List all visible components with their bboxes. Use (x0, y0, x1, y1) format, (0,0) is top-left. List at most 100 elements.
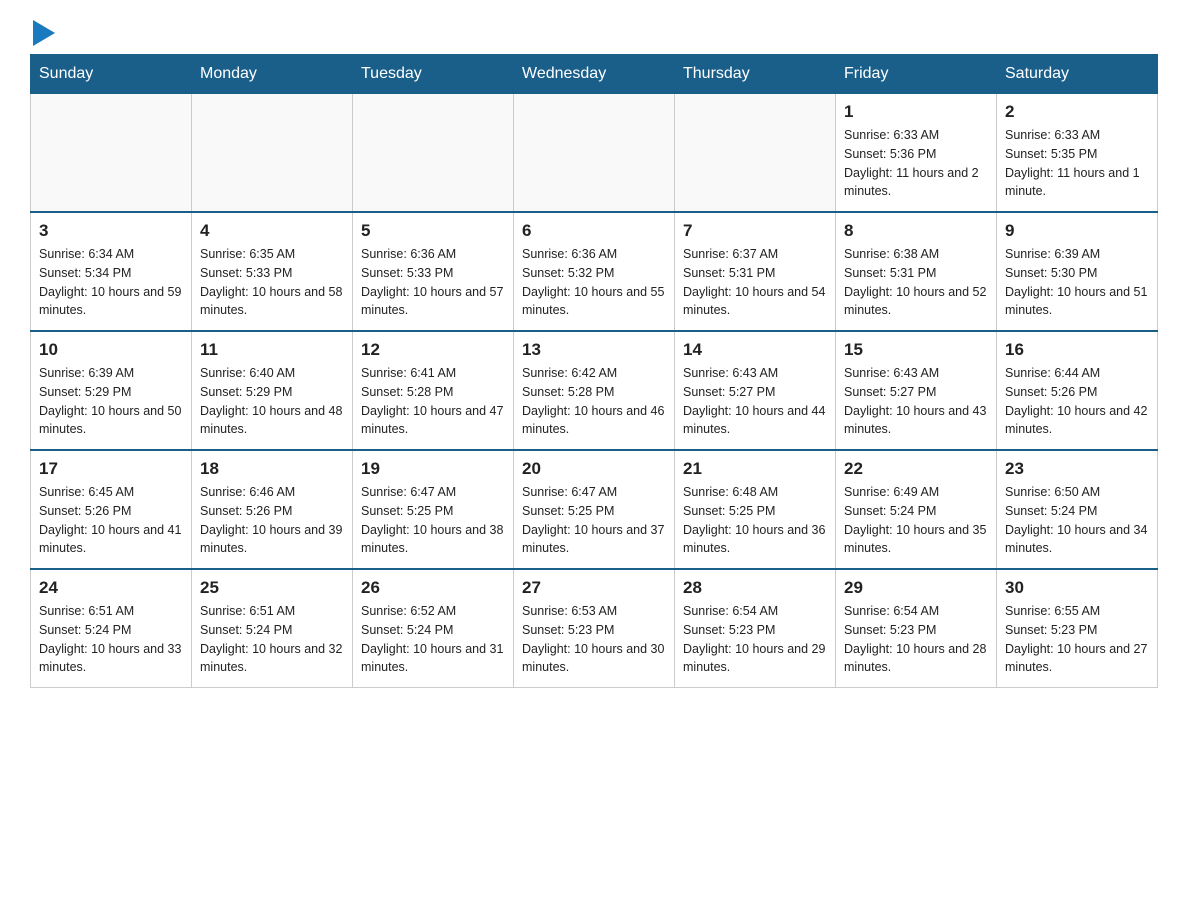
calendar-cell: 20 Sunrise: 6:47 AMSunset: 5:25 PMDayligh… (514, 450, 675, 569)
sun-info: Sunrise: 6:43 AMSunset: 5:27 PMDaylight:… (683, 364, 827, 439)
calendar-cell: 22 Sunrise: 6:49 AMSunset: 5:24 PMDayligh… (836, 450, 997, 569)
calendar-cell: 24Sunrise: 6:51 AMSunset: 5:24 PMDayligh… (31, 569, 192, 688)
day-number: 2 (1005, 102, 1149, 122)
day-number: 14 (683, 340, 827, 360)
day-number: 5 (361, 221, 505, 241)
sun-info: Sunrise: 6:47 AMSunset: 5:25 PMDaylight:… (361, 483, 505, 558)
header-wednesday: Wednesday (514, 55, 675, 94)
calendar-cell: 26 Sunrise: 6:52 AMSunset: 5:24 PMDayligh… (353, 569, 514, 688)
calendar-cell (31, 94, 192, 213)
sun-info: Sunrise: 6:33 AMSunset: 5:35 PMDaylight:… (1005, 126, 1149, 201)
calendar-cell: 6 Sunrise: 6:36 AMSunset: 5:32 PMDaylight… (514, 212, 675, 331)
calendar-cell: 27 Sunrise: 6:53 AMSunset: 5:23 PMDayligh… (514, 569, 675, 688)
day-number: 29 (844, 578, 988, 598)
calendar-cell: 29 Sunrise: 6:54 AMSunset: 5:23 PMDayligh… (836, 569, 997, 688)
sun-info: Sunrise: 6:53 AMSunset: 5:23 PMDaylight:… (522, 602, 666, 677)
sun-info: Sunrise: 6:36 AMSunset: 5:33 PMDaylight:… (361, 245, 505, 320)
header-monday: Monday (192, 55, 353, 94)
calendar-cell: 16 Sunrise: 6:44 AMSunset: 5:26 PMDayligh… (997, 331, 1158, 450)
day-number: 3 (39, 221, 183, 241)
calendar-cell: 21Sunrise: 6:48 AMSunset: 5:25 PMDayligh… (675, 450, 836, 569)
calendar-cell (353, 94, 514, 213)
day-number: 11 (200, 340, 344, 360)
sun-info: Sunrise: 6:42 AMSunset: 5:28 PMDaylight:… (522, 364, 666, 439)
sun-info: Sunrise: 6:37 AMSunset: 5:31 PMDaylight:… (683, 245, 827, 320)
sun-info: Sunrise: 6:34 AMSunset: 5:34 PMDaylight:… (39, 245, 183, 320)
calendar-cell: 2 Sunrise: 6:33 AMSunset: 5:35 PMDaylight… (997, 94, 1158, 213)
day-number: 8 (844, 221, 988, 241)
day-number: 23 (1005, 459, 1149, 479)
day-number: 26 (361, 578, 505, 598)
page-header (30, 20, 1158, 44)
day-number: 19 (361, 459, 505, 479)
sun-info: Sunrise: 6:44 AMSunset: 5:26 PMDaylight:… (1005, 364, 1149, 439)
day-number: 12 (361, 340, 505, 360)
calendar-cell (514, 94, 675, 213)
day-number: 17 (39, 459, 183, 479)
calendar-cell: 28 Sunrise: 6:54 AMSunset: 5:23 PMDayligh… (675, 569, 836, 688)
day-number: 10 (39, 340, 183, 360)
sun-info: Sunrise: 6:45 AMSunset: 5:26 PMDaylight:… (39, 483, 183, 558)
sun-info: Sunrise: 6:54 AMSunset: 5:23 PMDaylight:… (844, 602, 988, 677)
day-number: 1 (844, 102, 988, 122)
day-number: 25 (200, 578, 344, 598)
sun-info: Sunrise: 6:43 AMSunset: 5:27 PMDaylight:… (844, 364, 988, 439)
sun-info: Sunrise: 6:46 AMSunset: 5:26 PMDaylight:… (200, 483, 344, 558)
calendar-week-row: 1 Sunrise: 6:33 AMSunset: 5:36 PMDaylight… (31, 94, 1158, 213)
calendar-header-row: SundayMondayTuesdayWednesdayThursdayFrid… (31, 55, 1158, 94)
day-number: 16 (1005, 340, 1149, 360)
sun-info: Sunrise: 6:51 AMSunset: 5:24 PMDaylight:… (39, 602, 183, 677)
sun-info: Sunrise: 6:54 AMSunset: 5:23 PMDaylight:… (683, 602, 827, 677)
sun-info: Sunrise: 6:51 AMSunset: 5:24 PMDaylight:… (200, 602, 344, 677)
header-friday: Friday (836, 55, 997, 94)
day-number: 30 (1005, 578, 1149, 598)
day-number: 6 (522, 221, 666, 241)
calendar-cell: 4 Sunrise: 6:35 AMSunset: 5:33 PMDaylight… (192, 212, 353, 331)
logo (30, 20, 55, 44)
calendar-table: SundayMondayTuesdayWednesdayThursdayFrid… (30, 54, 1158, 688)
calendar-cell: 14 Sunrise: 6:43 AMSunset: 5:27 PMDayligh… (675, 331, 836, 450)
day-number: 7 (683, 221, 827, 241)
calendar-week-row: 24Sunrise: 6:51 AMSunset: 5:24 PMDayligh… (31, 569, 1158, 688)
sun-info: Sunrise: 6:47 AMSunset: 5:25 PMDaylight:… (522, 483, 666, 558)
header-saturday: Saturday (997, 55, 1158, 94)
day-number: 15 (844, 340, 988, 360)
calendar-cell (192, 94, 353, 213)
sun-info: Sunrise: 6:35 AMSunset: 5:33 PMDaylight:… (200, 245, 344, 320)
calendar-cell: 30Sunrise: 6:55 AMSunset: 5:23 PMDayligh… (997, 569, 1158, 688)
calendar-cell: 3 Sunrise: 6:34 AMSunset: 5:34 PMDaylight… (31, 212, 192, 331)
calendar-cell (675, 94, 836, 213)
day-number: 18 (200, 459, 344, 479)
calendar-cell: 15 Sunrise: 6:43 AMSunset: 5:27 PMDayligh… (836, 331, 997, 450)
day-number: 21 (683, 459, 827, 479)
sun-info: Sunrise: 6:38 AMSunset: 5:31 PMDaylight:… (844, 245, 988, 320)
header-sunday: Sunday (31, 55, 192, 94)
calendar-cell: 5 Sunrise: 6:36 AMSunset: 5:33 PMDaylight… (353, 212, 514, 331)
calendar-cell: 1 Sunrise: 6:33 AMSunset: 5:36 PMDaylight… (836, 94, 997, 213)
calendar-week-row: 10 Sunrise: 6:39 AMSunset: 5:29 PMDayligh… (31, 331, 1158, 450)
day-number: 27 (522, 578, 666, 598)
sun-info: Sunrise: 6:50 AMSunset: 5:24 PMDaylight:… (1005, 483, 1149, 558)
calendar-cell: 13 Sunrise: 6:42 AMSunset: 5:28 PMDayligh… (514, 331, 675, 450)
sun-info: Sunrise: 6:33 AMSunset: 5:36 PMDaylight:… (844, 126, 988, 201)
sun-info: Sunrise: 6:41 AMSunset: 5:28 PMDaylight:… (361, 364, 505, 439)
calendar-cell: 7 Sunrise: 6:37 AMSunset: 5:31 PMDaylight… (675, 212, 836, 331)
sun-info: Sunrise: 6:36 AMSunset: 5:32 PMDaylight:… (522, 245, 666, 320)
calendar-cell: 18 Sunrise: 6:46 AMSunset: 5:26 PMDayligh… (192, 450, 353, 569)
logo-arrow-icon (33, 20, 55, 46)
calendar-cell: 12 Sunrise: 6:41 AMSunset: 5:28 PMDayligh… (353, 331, 514, 450)
sun-info: Sunrise: 6:49 AMSunset: 5:24 PMDaylight:… (844, 483, 988, 558)
header-thursday: Thursday (675, 55, 836, 94)
day-number: 20 (522, 459, 666, 479)
sun-info: Sunrise: 6:39 AMSunset: 5:29 PMDaylight:… (39, 364, 183, 439)
calendar-week-row: 17 Sunrise: 6:45 AMSunset: 5:26 PMDayligh… (31, 450, 1158, 569)
day-number: 4 (200, 221, 344, 241)
sun-info: Sunrise: 6:40 AMSunset: 5:29 PMDaylight:… (200, 364, 344, 439)
calendar-cell: 25 Sunrise: 6:51 AMSunset: 5:24 PMDayligh… (192, 569, 353, 688)
sun-info: Sunrise: 6:39 AMSunset: 5:30 PMDaylight:… (1005, 245, 1149, 320)
day-number: 13 (522, 340, 666, 360)
calendar-cell: 10 Sunrise: 6:39 AMSunset: 5:29 PMDayligh… (31, 331, 192, 450)
day-number: 22 (844, 459, 988, 479)
day-number: 28 (683, 578, 827, 598)
sun-info: Sunrise: 6:52 AMSunset: 5:24 PMDaylight:… (361, 602, 505, 677)
